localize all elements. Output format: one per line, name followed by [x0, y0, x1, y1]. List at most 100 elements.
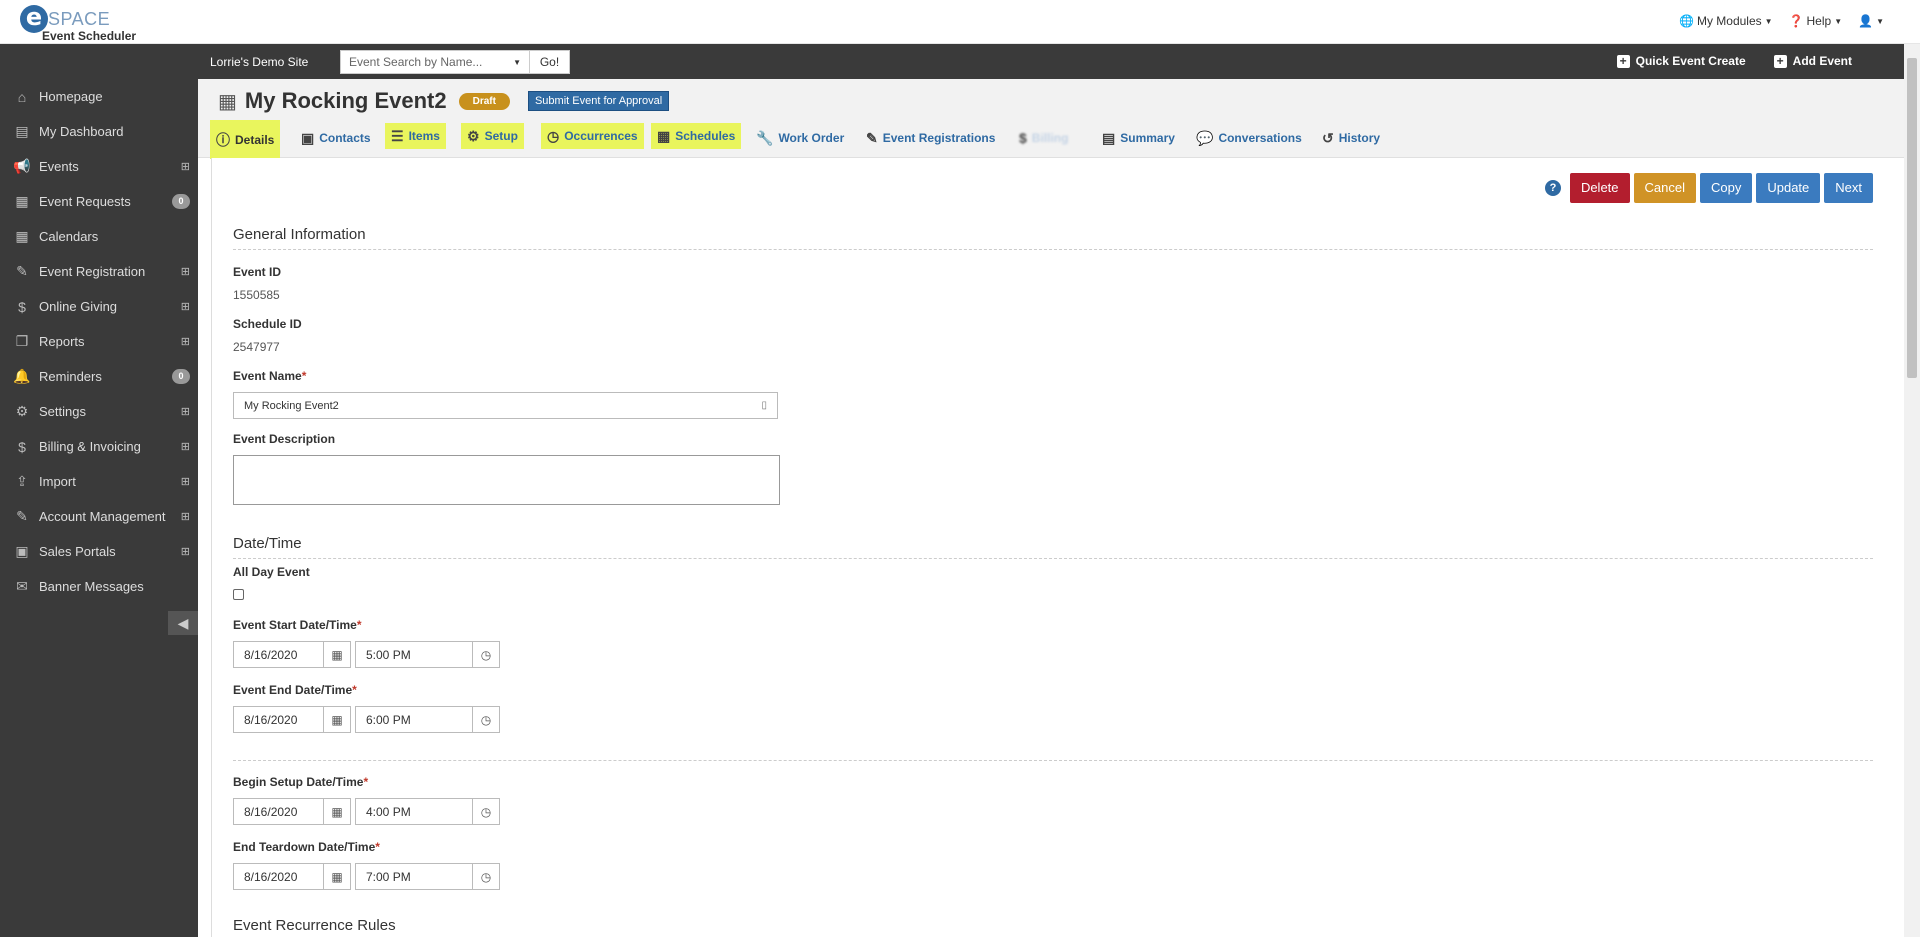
comments-icon: 💬 [1196, 129, 1214, 146]
copy-button[interactable]: Copy [1699, 173, 1753, 203]
expand-icon[interactable]: ⊞ [181, 300, 190, 313]
next-button[interactable]: Next [1824, 173, 1873, 203]
event-start-row: 8/16/2020 ▦ 5:00 PM ◷ [233, 641, 500, 668]
tab-label: Details [235, 132, 275, 147]
tab-billing[interactable]: $ Billing [1013, 120, 1074, 156]
sidebar-item-event-registration[interactable]: ✎ Event Registration ⊞ [0, 254, 198, 289]
clock-icon[interactable]: ◷ [472, 707, 499, 732]
calendar-icon[interactable]: ▦ [323, 864, 350, 889]
submit-for-approval-button[interactable]: Submit Event for Approval [527, 91, 670, 111]
event-description-field[interactable] [233, 455, 780, 505]
site-bar-actions: + Quick Event Create + Add Event [1616, 54, 1852, 68]
event-end-row: 8/16/2020 ▦ 6:00 PM ◷ [233, 706, 500, 733]
quick-event-create-button[interactable]: + Quick Event Create [1616, 54, 1746, 68]
sidebar-item-calendars[interactable]: ▦ Calendars [0, 219, 198, 254]
tab-label: Summary [1120, 131, 1175, 145]
end-teardown-date-field[interactable]: 8/16/2020 ▦ [233, 863, 351, 890]
event-start-time-field[interactable]: 5:00 PM ◷ [355, 641, 500, 668]
tab-schedules[interactable]: ▦ Schedules [651, 123, 742, 149]
tab-summary[interactable]: ▤ Summary [1096, 120, 1181, 156]
expand-icon[interactable]: ⊞ [181, 510, 190, 523]
tab-work-order[interactable]: 🔧 Work Order [750, 120, 850, 156]
user-menu[interactable]: 👤 ▼ [1858, 14, 1884, 28]
sidebar-item-events[interactable]: 📢 Events ⊞ [0, 149, 198, 184]
sidebar-item-account-management[interactable]: ✎ Account Management ⊞ [0, 499, 198, 534]
sidebar-item-settings[interactable]: ⚙ Settings ⊞ [0, 394, 198, 429]
end-teardown-time-field[interactable]: 7:00 PM ◷ [355, 863, 500, 890]
bell-icon: 🔔 [13, 368, 31, 384]
expand-icon[interactable]: ⊞ [181, 160, 190, 173]
sidebar-item-my-dashboard[interactable]: ▤ My Dashboard [0, 114, 198, 149]
add-event-button[interactable]: + Add Event [1773, 54, 1852, 68]
help-label: Help [1806, 14, 1832, 28]
sidebar-item-online-giving[interactable]: $ Online Giving ⊞ [0, 289, 198, 324]
sidebar-item-reports[interactable]: ❐ Reports ⊞ [0, 324, 198, 359]
event-end-time: 6:00 PM [366, 712, 411, 727]
tab-details[interactable]: ⓘ Details [210, 120, 281, 159]
event-start-label: Event Start Date/Time* [233, 618, 362, 632]
sidebar-item-sales-portals[interactable]: ▣ Sales Portals ⊞ [0, 534, 198, 569]
help-menu[interactable]: ❓ Help ▼ [1789, 14, 1843, 28]
clock-icon[interactable]: ◷ [472, 799, 499, 824]
calendar-icon[interactable]: ▦ [323, 707, 350, 732]
tab-occurrences[interactable]: ◷ Occurrences [541, 123, 644, 149]
tab-event-registrations[interactable]: ✎ Event Registrations [860, 120, 1001, 156]
all-day-event-checkbox[interactable] [233, 589, 244, 600]
gears-icon: ⚙ [467, 127, 480, 144]
event-search-input[interactable]: Event Search by Name... ▼ [340, 50, 530, 74]
ticket-icon: ✎ [16, 263, 28, 279]
sidebar-item-label: Reports [39, 334, 85, 349]
vertical-scrollbar[interactable] [1904, 44, 1920, 937]
reports-icon: ❐ [15, 333, 29, 349]
event-id-value: 1550585 [233, 288, 280, 302]
expand-icon[interactable]: ⊞ [181, 440, 190, 453]
expand-icon[interactable]: ⊞ [181, 335, 190, 348]
end-teardown-label-text: End Teardown Date/Time [233, 840, 376, 854]
event-id-label: Event ID [233, 265, 282, 279]
sidebar-item-reminders[interactable]: 🔔 Reminders 0 [0, 359, 198, 394]
begin-setup-date-field[interactable]: 8/16/2020 ▦ [233, 798, 351, 825]
event-name-field[interactable]: My Rocking Event2 ▯ [233, 392, 778, 419]
end-teardown-time: 7:00 PM [366, 869, 411, 884]
begin-setup-time-field[interactable]: 4:00 PM ◷ [355, 798, 500, 825]
collapse-sidebar-button[interactable]: ◀ [168, 611, 198, 635]
tab-label: Schedules [675, 129, 736, 143]
event-description-label: Event Description [233, 432, 336, 446]
event-start-date-field[interactable]: 8/16/2020 ▦ [233, 641, 351, 668]
my-modules-label: My Modules [1696, 14, 1762, 28]
tab-setup[interactable]: ⚙ Setup [461, 123, 524, 149]
expand-icon[interactable]: ⊞ [181, 545, 190, 558]
sidebar-item-banner-messages[interactable]: ✉ Banner Messages [0, 569, 198, 604]
expand-icon[interactable]: ⊞ [181, 475, 190, 488]
dollar-icon: $ [18, 298, 26, 315]
megaphone-icon: 📢 [13, 158, 31, 174]
cancel-button[interactable]: Cancel [1633, 173, 1696, 203]
calendar-icon[interactable]: ▦ [323, 799, 350, 824]
scrollbar-thumb[interactable] [1907, 58, 1917, 378]
calendar-icon[interactable]: ▦ [323, 642, 350, 667]
event-end-date-field[interactable]: 8/16/2020 ▦ [233, 706, 351, 733]
delete-button[interactable]: Delete [1569, 173, 1630, 203]
tab-items[interactable]: ☰ Items [385, 123, 446, 149]
sidebar-item-import[interactable]: ⇪ Import ⊞ [0, 464, 198, 499]
my-modules-menu[interactable]: 🌐 My Modules ▼ [1679, 14, 1773, 28]
sidebar-item-homepage[interactable]: ⌂ Homepage [0, 79, 198, 114]
event-end-time-field[interactable]: 6:00 PM ◷ [355, 706, 500, 733]
expand-icon[interactable]: ⊞ [181, 405, 190, 418]
tab-history[interactable]: ↺ History [1316, 120, 1386, 156]
go-button[interactable]: Go! [530, 50, 570, 74]
calendar-icon: ▦ [15, 193, 29, 209]
address-book-icon: ▣ [301, 129, 315, 146]
clock-icon[interactable]: ◷ [472, 864, 499, 889]
tab-contacts[interactable]: ▣ Contacts [295, 120, 377, 156]
expand-icon[interactable]: ⊞ [181, 265, 190, 278]
espace-logo[interactable]: e SPACE Event Scheduler [18, 3, 148, 43]
help-icon[interactable]: ? [1544, 180, 1561, 196]
sidebar-item-event-requests[interactable]: ▦ Event Requests 0 [0, 184, 198, 219]
tab-conversations[interactable]: 💬 Conversations [1190, 120, 1308, 156]
end-teardown-label: End Teardown Date/Time* [233, 840, 380, 854]
sidebar-item-billing-invoicing[interactable]: $ Billing & Invoicing ⊞ [0, 429, 198, 464]
update-button[interactable]: Update [1756, 173, 1821, 203]
event-search-placeholder: Event Search by Name... [349, 55, 483, 69]
clock-icon[interactable]: ◷ [472, 642, 499, 667]
